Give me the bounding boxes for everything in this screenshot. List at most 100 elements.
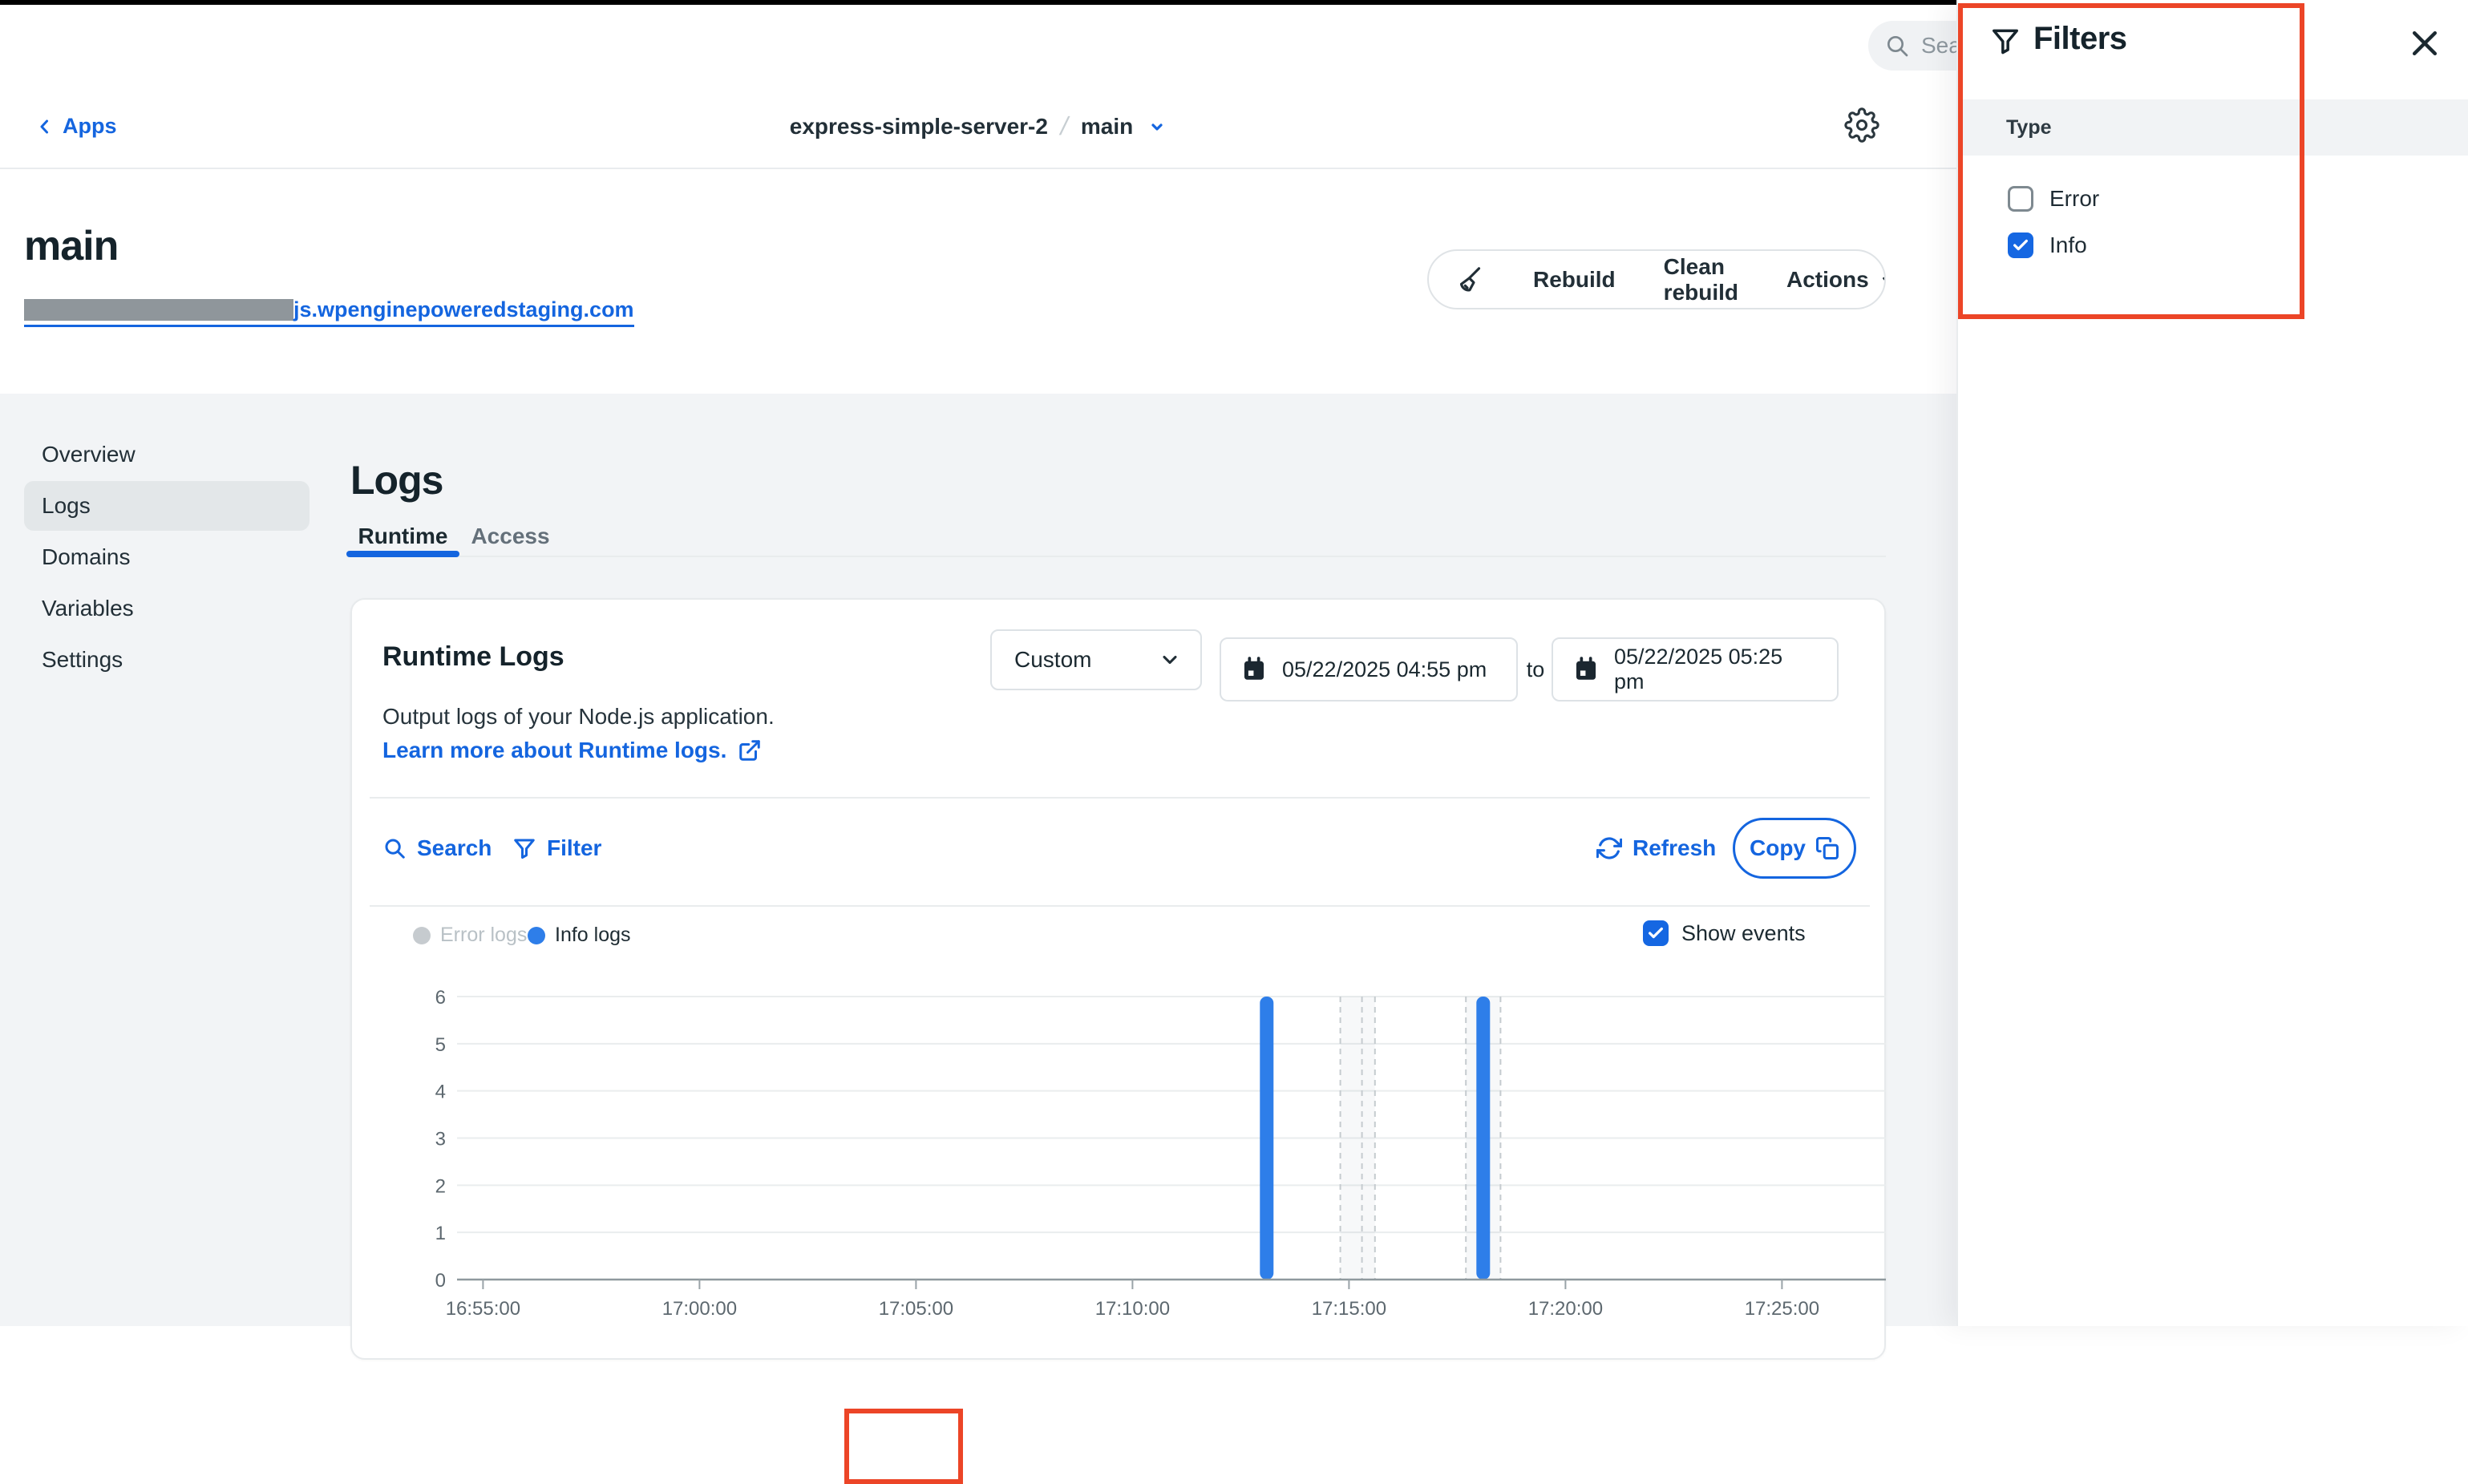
show-events-label: Show events (1681, 921, 1806, 946)
active-tab-underline (346, 551, 459, 557)
sidebar-item-overview[interactable]: Overview (24, 430, 310, 479)
svg-text:6: 6 (435, 987, 446, 1009)
copy-button[interactable]: Copy (1733, 818, 1856, 879)
close-icon[interactable] (2407, 26, 2442, 61)
rebuild-button[interactable]: Rebuild (1509, 251, 1640, 308)
svg-text:17:10:00: 17:10:00 (1095, 1298, 1170, 1316)
calendar-icon (1240, 656, 1268, 683)
sidebar-item-logs[interactable]: Logs (24, 481, 310, 531)
tab-runtime[interactable]: Runtime (346, 517, 459, 556)
date-range-to-label: to (1519, 637, 1552, 702)
date-to-input[interactable]: 05/22/2025 05:25 pm (1552, 637, 1839, 702)
legend-label-info[interactable]: Info logs (555, 924, 631, 947)
legend-dot-error (413, 927, 431, 944)
svg-text:2: 2 (435, 1175, 446, 1197)
filters-section-heading: Type (2006, 116, 2052, 140)
broom-icon (1453, 264, 1485, 296)
divider (370, 905, 1870, 907)
clean-rebuild-button[interactable]: Clean rebuild (1640, 251, 1762, 308)
filter-funnel-icon (512, 836, 536, 860)
runtime-logs-chart: 0 1 2 3 4 5 6 16:55:00 17:00:00 17:05:00 17:10:00 1… (386, 984, 1887, 1316)
filter-funnel-icon (1990, 26, 2021, 56)
annotation-box-filter (844, 1409, 963, 1484)
sidebar-item-label: Variables (42, 596, 134, 621)
svg-text:17:15:00: 17:15:00 (1312, 1298, 1386, 1316)
filter-option-error[interactable]: Error (2008, 186, 2099, 212)
time-range-selected-value: Custom (1014, 647, 1091, 673)
environment-actions-group: Rebuild Clean rebuild Actions (1427, 249, 1886, 309)
svg-text:16:55:00: 16:55:00 (446, 1298, 520, 1316)
copy-label: Copy (1750, 835, 1806, 861)
log-filter-button[interactable]: Filter (512, 826, 601, 871)
svg-text:17:25:00: 17:25:00 (1745, 1298, 1819, 1316)
date-from-value: 05/22/2025 04:55 pm (1282, 657, 1487, 682)
date-to-value: 05/22/2025 05:25 pm (1614, 645, 1818, 694)
chevron-down-icon (1159, 649, 1181, 671)
show-events-toggle[interactable]: Show events (1643, 920, 1806, 946)
sidebar-item-label: Settings (42, 647, 123, 673)
external-link-icon (738, 738, 762, 762)
actions-menu-button[interactable]: Actions (1762, 251, 1886, 308)
sidebar-item-settings[interactable]: Settings (24, 635, 310, 685)
search-icon (382, 836, 407, 860)
refresh-label: Refresh (1633, 835, 1716, 861)
svg-text:4: 4 (435, 1082, 446, 1103)
card-description: Output logs of your Node.js application. (382, 704, 775, 730)
filters-panel: Filters Type Error Info (1956, 0, 2468, 1326)
sidebar-item-label: Logs (42, 493, 91, 519)
tab-label: Access (471, 524, 549, 549)
breadcrumb-separator: / (1058, 111, 1071, 141)
learn-more-label: Learn more about Runtime logs. (382, 738, 726, 763)
filters-panel-title: Filters (2033, 21, 2127, 57)
clean-rebuild-label: Clean rebuild (1664, 254, 1738, 305)
sidebar-item-label: Overview (42, 442, 136, 467)
sidebar-item-label: Domains (42, 544, 130, 570)
svg-text:0: 0 (435, 1270, 446, 1292)
environment-title: main (24, 222, 118, 270)
breadcrumb-app-name: express-simple-server-2 (790, 114, 1048, 140)
search-icon (1884, 33, 1910, 59)
filter-option-label: Error (2049, 186, 2099, 212)
sidebar-item-variables[interactable]: Variables (24, 584, 310, 633)
refresh-button[interactable]: Refresh (1596, 826, 1716, 871)
refresh-icon (1596, 835, 1622, 861)
svg-text:1: 1 (435, 1223, 446, 1244)
environment-sidenav: Overview Logs Domains Variables Settings (24, 430, 310, 686)
sidebar-item-domains[interactable]: Domains (24, 532, 310, 582)
info-checkbox[interactable] (2008, 233, 2033, 258)
breadcrumb-environment: main (1081, 114, 1133, 140)
app-root: Apps express-simple-server-2 / main main… (0, 0, 2468, 1326)
error-checkbox[interactable] (2008, 186, 2033, 212)
breadcrumb: express-simple-server-2 / main (0, 85, 1956, 168)
environment-url-link[interactable]: js.wpenginepoweredstaging.com (24, 297, 634, 327)
redacted-url-segment (24, 299, 293, 321)
log-search-button[interactable]: Search (382, 826, 492, 871)
filter-option-info[interactable]: Info (2008, 233, 2087, 258)
card-title: Runtime Logs (382, 641, 564, 673)
copy-icon (1815, 836, 1839, 860)
settings-gear-icon[interactable] (1844, 107, 1881, 144)
search-label: Search (417, 835, 492, 861)
learn-more-link[interactable]: Learn more about Runtime logs. (382, 738, 762, 763)
svg-text:17:00:00: 17:00:00 (662, 1298, 737, 1316)
svg-text:5: 5 (435, 1034, 446, 1056)
runtime-logs-card: Runtime Logs Custom 05/22/2025 04:55 pm … (350, 598, 1886, 1360)
chevron-down-icon (1879, 271, 1886, 289)
rebuild-label: Rebuild (1533, 267, 1616, 293)
legend-dot-info (528, 927, 545, 944)
legend-label-error[interactable]: Error logs (440, 924, 527, 947)
chevron-down-icon[interactable] (1147, 117, 1167, 136)
svg-text:17:05:00: 17:05:00 (879, 1298, 953, 1316)
filters-section-header: Type (1958, 99, 2468, 156)
svg-text:3: 3 (435, 1129, 446, 1150)
tab-label: Runtime (358, 524, 448, 549)
clean-cache-button[interactable] (1429, 251, 1509, 308)
show-events-checkbox[interactable] (1643, 920, 1669, 946)
tab-access[interactable]: Access (459, 517, 561, 556)
tabs-rule (346, 556, 1886, 557)
environment-url-text: js.wpenginepoweredstaging.com (293, 297, 634, 322)
time-range-select[interactable]: Custom (990, 629, 1202, 690)
filter-option-label: Info (2049, 233, 2087, 258)
filter-label: Filter (547, 835, 601, 861)
date-from-input[interactable]: 05/22/2025 04:55 pm (1220, 637, 1518, 702)
